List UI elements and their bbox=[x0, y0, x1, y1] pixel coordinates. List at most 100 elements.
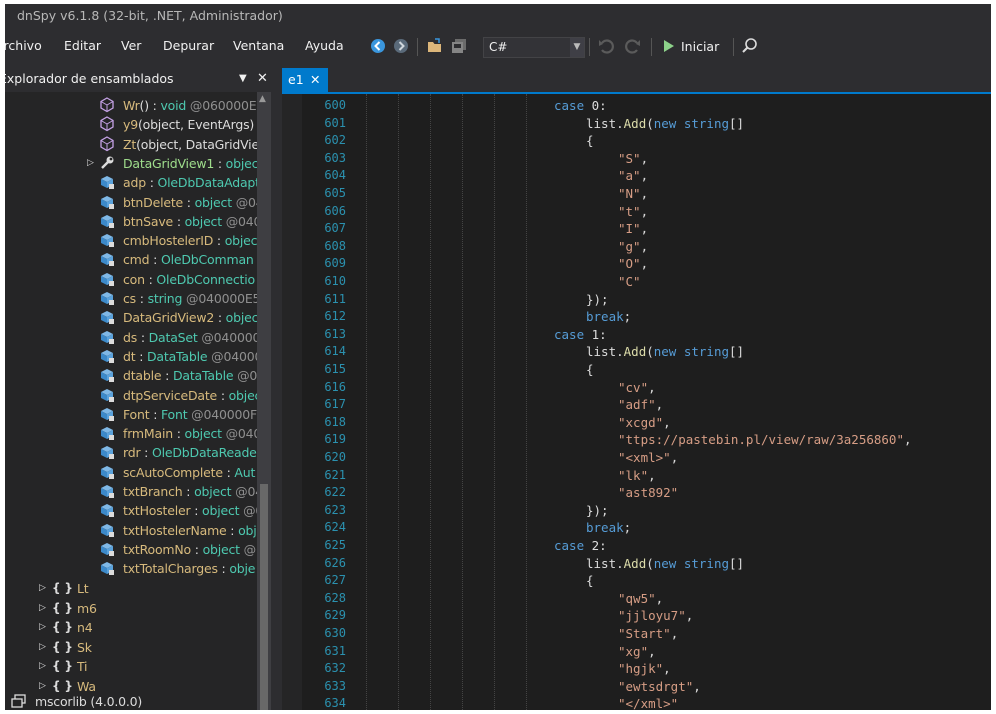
menu-depurar[interactable]: Depurar bbox=[163, 38, 214, 53]
code-token: "g" bbox=[618, 238, 641, 254]
code-line[interactable]: { bbox=[586, 133, 594, 148]
code-line[interactable]: "C" bbox=[618, 274, 641, 289]
code-token: list. bbox=[586, 115, 624, 131]
code-line[interactable]: "xg", bbox=[618, 644, 656, 659]
member-name: cs bbox=[123, 291, 136, 306]
member-signature: : bbox=[149, 406, 161, 422]
code-token: ; bbox=[623, 520, 632, 536]
code-line[interactable]: "ttps://pastebin.pl/view/raw/3a256860", bbox=[618, 432, 912, 447]
code-line[interactable]: "lk", bbox=[618, 468, 656, 483]
code-line[interactable]: { bbox=[586, 573, 594, 588]
code-line[interactable]: list.Add(new string[] bbox=[586, 344, 744, 359]
code-line[interactable]: break; bbox=[586, 309, 631, 324]
code-token: ( bbox=[646, 555, 654, 571]
expand-arrow-icon[interactable]: ▷ bbox=[39, 657, 46, 676]
member-name: y9 bbox=[123, 117, 138, 133]
code-line[interactable]: "ast892" bbox=[618, 485, 678, 500]
code-token: , bbox=[663, 414, 671, 430]
code-line[interactable]: "N", bbox=[618, 186, 648, 201]
tree-scrollbar[interactable]: ▲ bbox=[257, 92, 271, 710]
code-line[interactable]: "Start", bbox=[618, 626, 678, 641]
code-editor[interactable]: 600 case 0: 601 list.Add(new string[] 602{60… bbox=[282, 94, 991, 710]
code-line[interactable]: "g", bbox=[618, 239, 648, 254]
menu-editar[interactable]: Editar bbox=[64, 38, 101, 53]
tree-item-label: y9(object, EventArgs) : bbox=[123, 115, 257, 134]
search-icon[interactable] bbox=[741, 37, 759, 55]
member-signature: : bbox=[136, 291, 148, 306]
menu-ventana[interactable]: Ventana bbox=[233, 38, 284, 53]
code-line[interactable]: "xcgd", bbox=[618, 415, 671, 430]
expand-arrow-icon[interactable]: ▷ bbox=[39, 599, 46, 618]
member-name: btnDelete bbox=[123, 194, 184, 210]
menu-archivo[interactable]: Archivo bbox=[5, 38, 42, 53]
open-folder-icon[interactable] bbox=[426, 37, 444, 55]
code-token: , bbox=[640, 150, 649, 166]
code-line[interactable]: list.Add(new string[] bbox=[586, 556, 744, 571]
code-line[interactable]: "ewtsdrgt", bbox=[618, 679, 701, 694]
expand-arrow-icon[interactable]: ▷ bbox=[87, 154, 94, 173]
undo-icon[interactable] bbox=[597, 37, 615, 55]
code-line[interactable]: "a", bbox=[618, 168, 648, 183]
tab-e1[interactable]: e1 ✕ bbox=[282, 68, 328, 92]
code-line[interactable]: "qw5", bbox=[618, 591, 663, 606]
panel-menu-icon[interactable]: ▼ bbox=[239, 68, 247, 90]
code-token: new bbox=[653, 344, 677, 360]
member-type: void bbox=[160, 98, 187, 113]
code-line[interactable]: }); bbox=[586, 503, 609, 518]
member-signature: : bbox=[191, 541, 203, 557]
field-icon bbox=[99, 522, 115, 538]
code-token: "</xml>" bbox=[618, 696, 679, 710]
code-line[interactable]: "adf", bbox=[618, 397, 663, 412]
code-line[interactable]: case 0: bbox=[554, 98, 607, 113]
code-token: , bbox=[640, 168, 649, 184]
code-line[interactable]: "</xml>" bbox=[618, 696, 678, 710]
forward-icon[interactable] bbox=[392, 37, 410, 55]
code-line[interactable]: "O", bbox=[618, 256, 648, 271]
member-name: dtable bbox=[123, 368, 162, 384]
code-token: case bbox=[554, 326, 585, 342]
code-line[interactable]: "jjloyu7", bbox=[618, 608, 693, 623]
code-line[interactable]: "<xml>", bbox=[618, 450, 678, 465]
expand-arrow-icon[interactable]: ▷ bbox=[39, 638, 46, 657]
scroll-thumb[interactable] bbox=[260, 484, 268, 710]
code-line[interactable]: "t", bbox=[618, 204, 648, 219]
member-name: btnSave bbox=[123, 213, 174, 229]
tree-item-label: txtRoomNo : object @ bbox=[123, 540, 256, 559]
chevron-down-icon[interactable]: ▼ bbox=[570, 38, 584, 57]
code-line[interactable]: }); bbox=[586, 292, 609, 307]
panel-close-icon[interactable]: ✕ bbox=[257, 68, 268, 90]
menu-ver[interactable]: Ver bbox=[121, 38, 141, 53]
member-signature: : bbox=[137, 329, 149, 345]
member-type: OleDbDataReader bbox=[151, 445, 257, 461]
expand-arrow-icon[interactable]: ▷ bbox=[39, 579, 46, 598]
assembly-explorer-title: Explorador de ensamblados bbox=[5, 71, 174, 86]
code-token: "qw5" bbox=[618, 590, 656, 606]
assembly-tree[interactable]: Wr() : void @060000EE y9(object, EventArg… bbox=[5, 92, 257, 710]
code-line[interactable]: break; bbox=[586, 520, 631, 535]
redo-icon[interactable] bbox=[624, 37, 642, 55]
tree-item-label: btnDelete : object @04 bbox=[123, 193, 257, 212]
save-all-icon[interactable] bbox=[450, 37, 468, 55]
code-line[interactable]: { bbox=[586, 362, 594, 377]
code-line[interactable]: "S", bbox=[618, 151, 648, 166]
menu-ayuda[interactable]: Ayuda bbox=[305, 38, 344, 53]
field-icon bbox=[99, 444, 115, 460]
scroll-up-icon[interactable]: ▲ bbox=[259, 94, 266, 104]
expand-arrow-icon[interactable]: ▷ bbox=[39, 618, 46, 637]
tab-close-icon[interactable]: ✕ bbox=[310, 68, 320, 92]
code-token: , bbox=[670, 450, 679, 465]
tree-item-label: cs : string @040000E5 bbox=[123, 289, 257, 308]
member-type: objec bbox=[228, 387, 257, 403]
language-select[interactable]: C# ▼ bbox=[483, 37, 585, 58]
start-button[interactable]: Iniciar bbox=[681, 37, 719, 57]
code-line[interactable]: "cv", bbox=[618, 380, 656, 395]
code-line[interactable]: "I", bbox=[618, 221, 648, 236]
tree-item-label: dtable : DataTable @0 bbox=[123, 366, 257, 385]
member-name: DataGridView2 bbox=[123, 310, 215, 326]
code-line[interactable]: "hgjk", bbox=[618, 661, 671, 676]
code-line[interactable]: case 1: bbox=[554, 327, 607, 342]
back-icon[interactable] bbox=[369, 37, 387, 55]
code-line[interactable]: case 2: bbox=[554, 538, 607, 553]
code-line[interactable]: list.Add(new string[] bbox=[586, 116, 744, 131]
play-icon[interactable] bbox=[660, 37, 678, 55]
